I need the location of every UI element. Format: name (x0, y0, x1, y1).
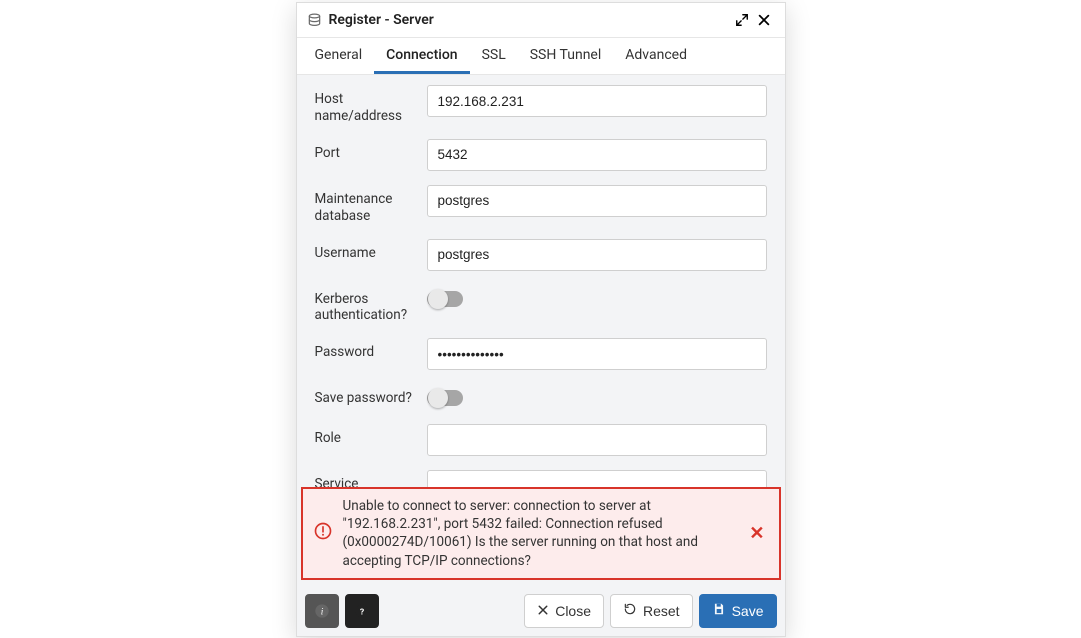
dialog-title: Register - Server (329, 12, 731, 28)
error-banner: Unable to connect to server: connection … (301, 487, 781, 580)
label-kerberos: Kerberos authentication? (315, 285, 427, 325)
svg-text:?: ? (359, 607, 363, 617)
svg-text:i: i (320, 607, 323, 617)
label-save-password: Save password? (315, 384, 427, 407)
info-button[interactable]: i (305, 594, 339, 628)
reset-button[interactable]: Reset (610, 594, 693, 628)
error-close-icon[interactable]: ✕ (745, 523, 768, 544)
x-icon (537, 603, 549, 619)
label-username: Username (315, 239, 427, 262)
close-button-label: Close (555, 603, 591, 619)
tab-bar: General Connection SSL SSH Tunnel Advanc… (297, 38, 785, 75)
password-input[interactable] (427, 338, 767, 370)
kerberos-toggle[interactable] (427, 291, 463, 307)
error-icon (313, 521, 333, 545)
label-password: Password (315, 338, 427, 361)
tab-ssh-tunnel[interactable]: SSH Tunnel (518, 38, 614, 74)
tab-connection[interactable]: Connection (374, 38, 469, 74)
role-input[interactable] (427, 424, 767, 456)
save-button[interactable]: Save (699, 594, 777, 628)
register-server-dialog: Register - Server General Connection SSL… (296, 2, 786, 637)
service-input[interactable] (427, 470, 767, 487)
help-button[interactable]: ? (345, 594, 379, 628)
tab-advanced[interactable]: Advanced (613, 38, 699, 74)
server-icon (307, 12, 323, 28)
connection-form: Host name/address Port Maintenance datab… (297, 75, 785, 487)
username-input[interactable] (427, 239, 767, 271)
dialog-footer: i ? Close Reset Save (297, 586, 785, 636)
save-icon (712, 602, 726, 619)
label-host: Host name/address (315, 85, 427, 125)
maintenance-db-input[interactable] (427, 185, 767, 217)
close-button[interactable]: Close (524, 594, 604, 628)
expand-icon[interactable] (731, 9, 753, 31)
label-service: Service (315, 470, 427, 487)
tab-general[interactable]: General (303, 38, 375, 74)
host-input[interactable] (427, 85, 767, 117)
form-wrap: Host name/address Port Maintenance datab… (297, 75, 785, 636)
titlebar: Register - Server (297, 3, 785, 38)
label-port: Port (315, 139, 427, 162)
close-icon[interactable] (753, 9, 775, 31)
save-button-label: Save (732, 603, 764, 619)
label-role: Role (315, 424, 427, 447)
reset-button-label: Reset (643, 603, 680, 619)
save-password-toggle[interactable] (427, 390, 463, 406)
label-maintenance-db: Maintenance database (315, 185, 427, 225)
error-message: Unable to connect to server: connection … (343, 497, 736, 570)
tab-ssl[interactable]: SSL (470, 38, 518, 74)
port-input[interactable] (427, 139, 767, 171)
reset-icon (623, 602, 637, 619)
